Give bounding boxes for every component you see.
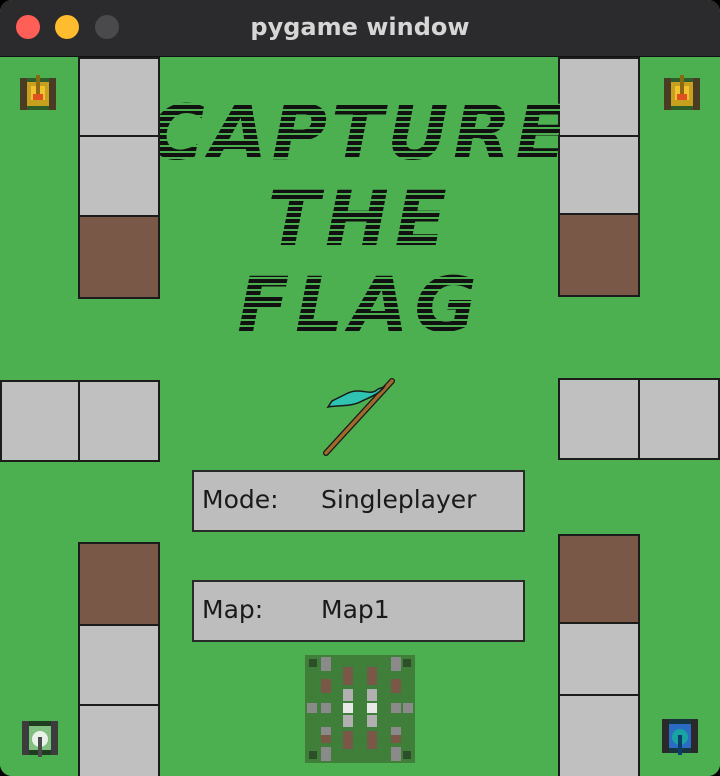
concrete-block — [558, 57, 640, 137]
concrete-block — [638, 378, 720, 460]
title-line-1: CAPTURE — [160, 88, 560, 177]
window-title: pygame window — [250, 13, 470, 41]
map-value: Map1 — [321, 595, 390, 624]
white-tank-icon — [22, 721, 58, 757]
yellow-tank-icon — [20, 75, 56, 110]
concrete-block — [78, 624, 160, 706]
mode-selector[interactable]: Mode: Singleplayer — [192, 470, 525, 532]
concrete-block — [78, 380, 160, 462]
title-line-2: THE — [267, 174, 452, 263]
yellow-tank-icon — [664, 75, 700, 110]
blue-tank-icon — [662, 719, 698, 755]
game-title-logo: CAPTURE THE FLAG — [160, 88, 560, 337]
dirt-block — [78, 215, 160, 299]
mode-value: Singleplayer — [321, 485, 477, 514]
dirt-block — [558, 534, 640, 624]
flag-icon — [323, 378, 395, 456]
game-window: pygame window CAPTURE THE FLAG Mode: Sin… — [0, 0, 720, 776]
mode-label: Mode: — [202, 485, 279, 514]
dirt-block — [78, 542, 160, 626]
concrete-block — [558, 135, 640, 215]
dirt-block — [558, 213, 640, 297]
map-label: Map: — [202, 595, 264, 624]
title-bar: pygame window — [0, 0, 720, 57]
title-line-3: FLAG — [237, 260, 483, 337]
concrete-block — [78, 57, 160, 137]
concrete-block — [558, 622, 640, 696]
map-preview-thumbnail — [305, 655, 415, 763]
concrete-block — [558, 694, 640, 776]
concrete-block — [0, 380, 80, 462]
concrete-block — [78, 135, 160, 217]
concrete-block — [558, 378, 640, 460]
game-field: CAPTURE THE FLAG Mode: Singleplayer Map:… — [0, 57, 720, 776]
concrete-block — [78, 704, 160, 776]
map-selector[interactable]: Map: Map1 — [192, 580, 525, 642]
